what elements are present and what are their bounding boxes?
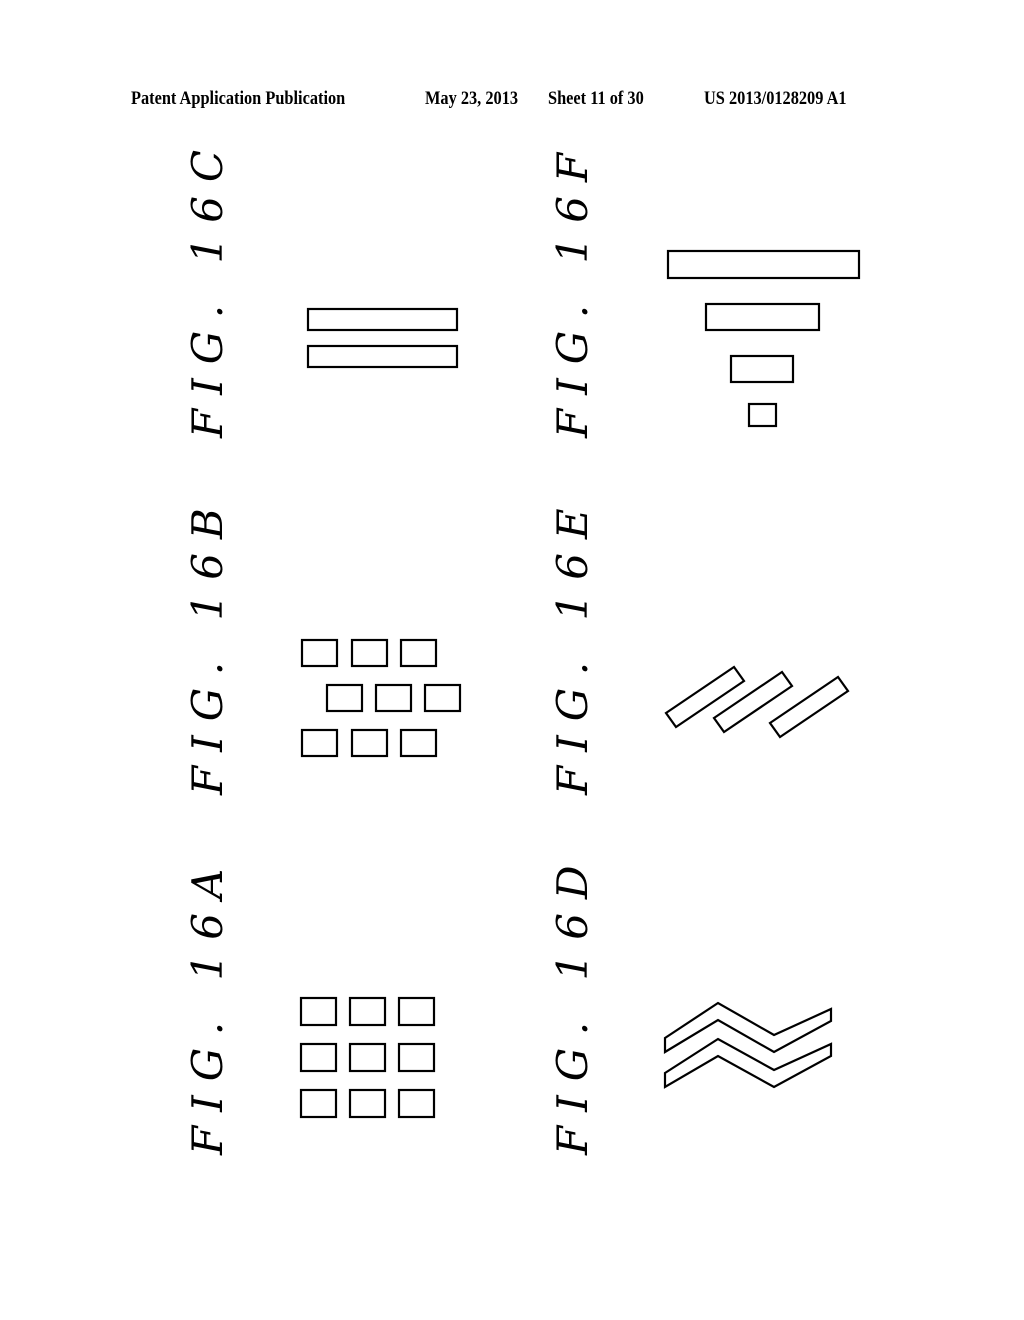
figure-drawings (299, 249, 861, 1119)
fig-16f-bar (729, 354, 795, 384)
fig-16a-square (397, 1042, 436, 1073)
fig-16b-square (399, 638, 438, 668)
fig-16a-square (348, 1088, 387, 1119)
fig-16e-bar (712, 670, 794, 734)
fig-16b-square (325, 683, 364, 713)
fig-16f-drawing (666, 249, 861, 428)
page-header: Patent Application Publication May 23, 2… (0, 88, 1024, 118)
fig-16b-square (300, 728, 339, 758)
publication-date: May 23, 2013 (425, 88, 519, 109)
fig-16b-square (374, 683, 413, 713)
fig-16a-square (348, 1042, 387, 1073)
fig-16b-square (350, 728, 389, 758)
fig-16b-square (423, 683, 462, 713)
fig-16e-drawing (664, 665, 850, 739)
fig-16a-drawing (299, 996, 436, 1119)
fig-16f-bar (747, 402, 778, 428)
fig-16e-label: FIG. 16E (548, 494, 597, 795)
fig-16b-square (399, 728, 438, 758)
fig-16b-drawing (300, 638, 462, 758)
fig-16e-bar (768, 675, 850, 739)
sheet-number: Sheet 11 of 30 (548, 88, 644, 109)
fig-16c-bar (306, 344, 459, 369)
fig-16b-label: FIG. 16B (183, 494, 232, 795)
fig-16d-strip (663, 1037, 833, 1089)
fig-16a-square (397, 1088, 436, 1119)
fig-16a-square (299, 1042, 338, 1073)
fig-16f-label: FIG. 16F (548, 138, 597, 438)
fig-16a-square (348, 996, 387, 1027)
fig-16a-square (299, 1088, 338, 1119)
fig-16b-square (300, 638, 339, 668)
publication-title: Patent Application Publication (131, 88, 346, 109)
fig-16a-square (299, 996, 338, 1027)
fig-16b-square (350, 638, 389, 668)
fig-16a-square (397, 996, 436, 1027)
fig-16a-label: FIG. 16A (183, 854, 232, 1155)
fig-16d-drawing (663, 1001, 833, 1089)
fig-16c-bar (306, 307, 459, 332)
fig-16c-label: FIG. 16C (183, 135, 232, 438)
fig-16c-drawing (306, 307, 459, 369)
fig-16f-bar (704, 302, 821, 332)
fig-16e-bar (664, 665, 746, 729)
fig-16d-strip (663, 1001, 833, 1054)
patent-number: US 2013/0128209 A1 (704, 88, 847, 109)
fig-16f-bar (666, 249, 861, 280)
fig-16d-label: FIG. 16D (548, 851, 597, 1155)
